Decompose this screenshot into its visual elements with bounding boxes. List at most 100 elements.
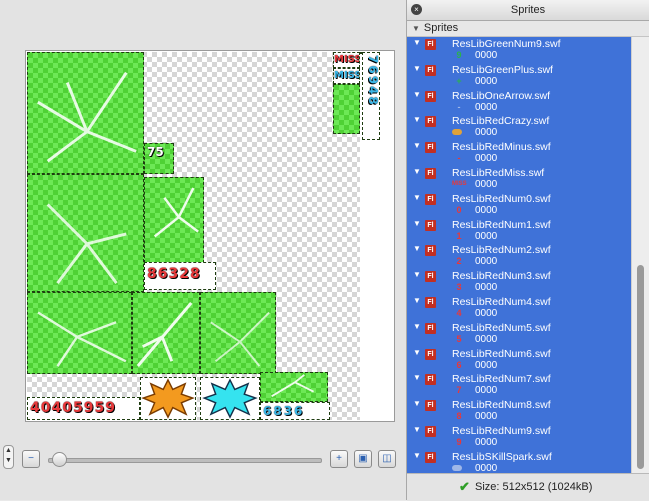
atlas-preview-pane: 75 86328 40405959 6836 MISS MISS 76948 ▲… [0, 0, 406, 500]
atlas-small-digits-text: 75 [147, 145, 164, 159]
atlas-sprite-spark-7[interactable] [260, 372, 328, 402]
zoom-slider-knob[interactable] [52, 452, 67, 467]
sprite-list-item[interactable]: ▼ Fl ResLibRedNum7.swf 7 0000 [407, 372, 631, 398]
zoom-actual-icon[interactable]: ◫ [378, 450, 396, 468]
sprite-thumbnail: 9 [456, 436, 462, 447]
disclosure-triangle-icon[interactable]: ▼ [413, 244, 421, 253]
sprite-list-item[interactable]: ▼ Fl ResLibRedCrazy.swf 0000 [407, 114, 631, 140]
sprite-name: ResLibSKillSpark.swf [452, 450, 552, 463]
disclosure-triangle-icon[interactable]: ▼ [413, 399, 421, 408]
sprite-list-item[interactable]: ▼ Fl ResLibRedNum1.swf 1 0000 [407, 218, 631, 244]
sprite-thumbnail: MISS [452, 180, 467, 187]
atlas-sprite-miss-blue[interactable]: MISS [333, 68, 360, 84]
atlas-sprite-blue-digits[interactable]: 6836 [260, 402, 330, 420]
scrollbar-thumb[interactable] [637, 265, 644, 469]
atlas-sprite-spark-4[interactable] [27, 292, 132, 374]
disclosure-triangle-icon[interactable]: ▼ [413, 425, 421, 434]
atlas-number-row-text: 40405959 [30, 400, 116, 416]
sprite-frame-number: 0000 [475, 153, 498, 165]
flash-file-icon: Fl [425, 193, 436, 205]
sprite-list-item[interactable]: ▼ Fl ResLibRedNum3.swf 3 0000 [407, 269, 631, 295]
sprite-name: ResLibRedNum8.swf [452, 399, 551, 412]
atlas-sprite-spark-5[interactable] [132, 292, 200, 374]
sprite-name: ResLibRedCrazy.swf [452, 115, 550, 128]
sprite-list-item[interactable]: ▼ Fl ResLibRedNum6.swf 6 0000 [407, 347, 631, 373]
sprite-list-item[interactable]: ▼ Fl ResLibRedMiss.swf MISS 0000 [407, 166, 631, 192]
sprite-thumbnail: 3 [456, 282, 462, 293]
disclosure-triangle-icon[interactable]: ▼ [413, 270, 421, 279]
status-bar: ✔ Size: 512x512 (1024kB) [407, 473, 649, 501]
disclosure-triangle-icon[interactable]: ▼ [413, 451, 421, 460]
sprite-list[interactable]: ▼ Fl ResLibGreenNum9.swf 9 0000 ▼ Fl ResLibGree… [407, 37, 631, 473]
sprite-list-item[interactable]: ▼ Fl ResLibRedMinus.swf - 0000 [407, 140, 631, 166]
sprite-thumbnail: 2 [456, 256, 462, 267]
sprite-frame-number: 0000 [475, 462, 498, 473]
sprite-list-item[interactable]: ▼ Fl ResLibSKillSpark.swf 0000 [407, 450, 631, 473]
sprite-frame-number: 0000 [475, 307, 498, 319]
disclosure-triangle-icon[interactable]: ▼ [412, 21, 420, 36]
sprite-frame-number: 0000 [475, 178, 498, 190]
sprite-list-item[interactable]: ▼ Fl ResLibGreenPlus.swf +0000 [407, 63, 631, 89]
sprite-list-item[interactable]: ▼ Fl ResLibRedNum4.swf 4 0000 [407, 295, 631, 321]
sprite-thumbnail: 5 [456, 333, 462, 344]
panel-title: Sprites [510, 4, 546, 16]
atlas-sprite-spark-1[interactable] [27, 52, 144, 174]
atlas-sprite-miss-red[interactable]: MISS [333, 52, 360, 68]
disclosure-triangle-icon[interactable]: ▼ [413, 373, 421, 382]
atlas-sprite-blue-burst[interactable] [200, 377, 260, 420]
sprite-thumbnail: 8 [456, 411, 462, 422]
disclosure-triangle-icon[interactable]: ▼ [413, 38, 421, 47]
disclosure-triangle-icon[interactable]: ▼ [413, 322, 421, 331]
flash-file-icon: Fl [425, 374, 436, 386]
flash-file-icon: Fl [425, 245, 436, 257]
flash-file-icon: Fl [425, 451, 436, 463]
sprite-name: ResLibRedNum4.swf [452, 295, 551, 308]
sprite-list-item[interactable]: ▼ Fl ResLibRedNum2.swf 2 0000 [407, 243, 631, 269]
sprite-list-item[interactable]: ▼ Fl ResLibRedNum5.swf 5 0000 [407, 321, 631, 347]
disclosure-triangle-icon[interactable]: ▼ [413, 141, 421, 150]
sprites-section-header[interactable]: ▼ Sprites [407, 21, 649, 37]
atlas-red-digits-text: 86328 [147, 266, 201, 282]
sprite-name: ResLibRedNum9.swf [452, 424, 551, 437]
sprites-panel: × Sprites ▼ Sprites ▼ Fl ResLibGreenNum9.sw… [407, 0, 649, 501]
atlas-sprite-crazy-burst[interactable] [140, 377, 196, 420]
disclosure-triangle-icon[interactable]: ▼ [413, 348, 421, 357]
sprite-thumbnail [452, 464, 462, 471]
sprite-list-item[interactable]: ▼ Fl ResLibRedNum8.swf 8 0000 [407, 398, 631, 424]
disclosure-triangle-icon[interactable]: ▼ [413, 296, 421, 305]
disclosure-triangle-icon[interactable]: ▼ [413, 167, 421, 176]
atlas-sprite-number-row[interactable]: 40405959 [27, 397, 140, 420]
atlas-blue-digits-text: 6836 [263, 404, 305, 418]
atlas-canvas[interactable]: 75 86328 40405959 6836 MISS MISS 76948 [25, 50, 395, 422]
sprite-frame-number: 0000 [475, 385, 498, 397]
disclosure-triangle-icon[interactable]: ▼ [413, 115, 421, 124]
sprite-list-item[interactable]: ▼ Fl ResLibRedNum0.swf 0 0000 [407, 192, 631, 218]
zoom-slider-track[interactable] [48, 458, 322, 463]
zoom-fit-icon[interactable]: ▣ [354, 450, 372, 468]
panel-titlebar: × Sprites [407, 0, 649, 21]
atlas-sprite-vertical-digits[interactable]: 76948 [362, 52, 380, 140]
sprite-thumbnail: 4 [456, 307, 462, 318]
disclosure-triangle-icon[interactable]: ▼ [413, 219, 421, 228]
sprite-frame-number: 0000 [475, 436, 498, 448]
flash-file-icon: Fl [425, 64, 436, 76]
atlas-sprite-green-square[interactable] [333, 84, 360, 134]
atlas-sprite-spark-2[interactable] [27, 174, 144, 292]
sprite-frame-number: 0000 [475, 101, 498, 113]
status-size-text: Size: 512x512 (1024kB) [475, 481, 593, 493]
atlas-sprite-red-digits[interactable]: 86328 [144, 262, 216, 290]
atlas-sprite-small-digits[interactable]: 75 [144, 143, 174, 174]
atlas-sprite-spark-3[interactable] [144, 177, 204, 263]
close-icon[interactable]: × [411, 4, 422, 15]
sprite-list-item[interactable]: ▼ Fl ResLibRedNum9.swf 9 0000 [407, 424, 631, 450]
zoom-out-icon[interactable]: − [22, 450, 40, 468]
atlas-sprite-spark-6[interactable] [200, 292, 276, 374]
sprite-list-item[interactable]: ▼ Fl ResLibGreenNum9.swf 9 0000 [407, 37, 631, 63]
sprite-list-item[interactable]: ▼ Fl ResLibOneArrow.swf - 0000 [407, 89, 631, 115]
disclosure-triangle-icon[interactable]: ▼ [413, 64, 421, 73]
sprite-list-scrollbar[interactable] [631, 37, 649, 473]
zoom-in-icon[interactable]: + [330, 450, 348, 468]
disclosure-triangle-icon[interactable]: ▼ [413, 193, 421, 202]
disclosure-triangle-icon[interactable]: ▼ [413, 90, 421, 99]
sprite-thumbnail: 6 [456, 359, 462, 370]
